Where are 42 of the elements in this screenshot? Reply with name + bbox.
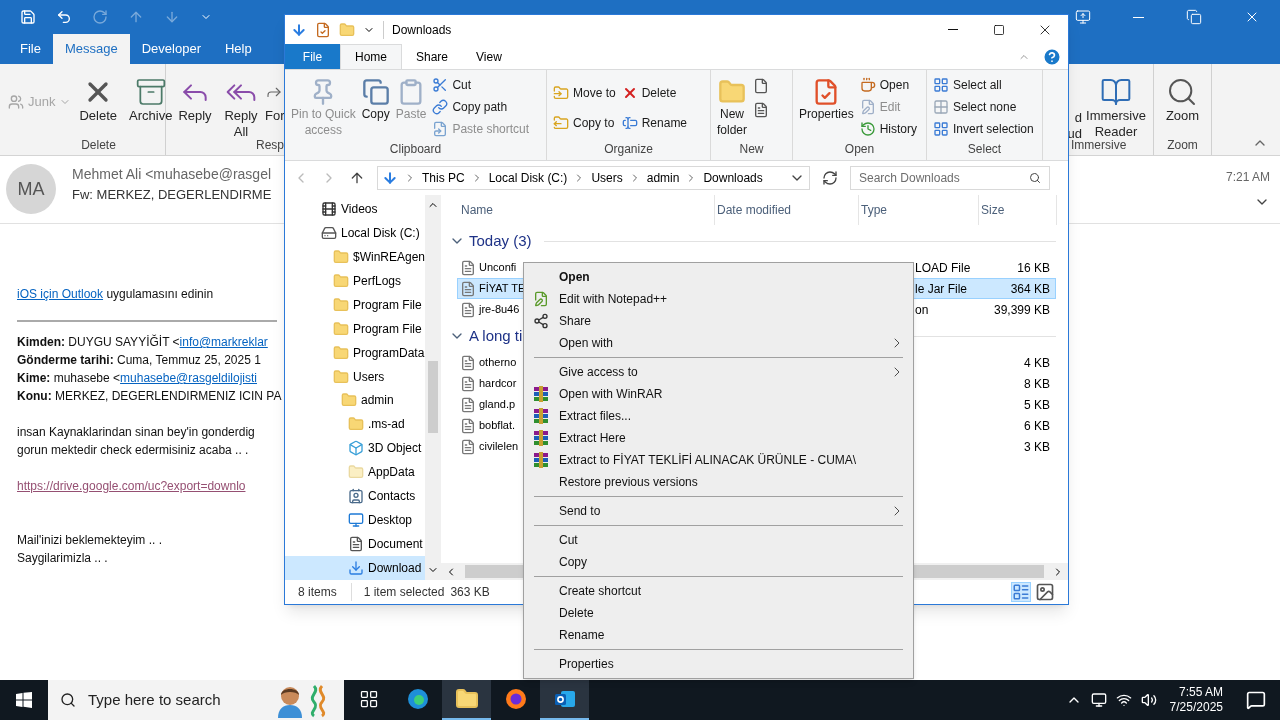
file-size: 5 KB [1023,396,1051,414]
file-name: jre-8u46 [479,302,520,318]
group-label: Organize [603,141,654,158]
group-label: Immersive [1070,138,1128,154]
header-line: Konu: MERKEZ, DEGERLENDIRMENIZ ICIN PA [17,388,282,405]
received-time: 7:21 AM [1225,169,1270,186]
file-size: 4 KB [1023,354,1051,372]
file-type: LOAD File [915,260,971,275]
item-count: 8 items [298,584,337,601]
file-name: gland.p [479,397,516,413]
group-label: Clipboard [388,141,443,158]
group-label: New [738,141,765,158]
avatar: MA [6,164,56,214]
file-size: 39,399 KB [992,301,1051,319]
body-paragraph: insan Kaynaklarindan sinan bey'in gonderdig gorun mektedir check edermisiniz acaba .. . [17,424,255,459]
group-label: Resp [255,137,284,154]
file-name: otherno [479,355,517,371]
file-size: 364 KB [1009,280,1051,298]
subject: Fw: MERKEZ, DEGERLENDIRME [72,186,272,204]
file-size: 8 KB [1023,375,1051,393]
group-label: Zoom [1167,137,1198,154]
file-name: hardcor [479,376,517,392]
file-name: Unconfi [479,260,517,276]
file-size: 6 KB [1023,417,1051,435]
header-line: Kimden: DUYGU SAYYİĞİT <info@markreklar [17,333,268,351]
app-promo: iOS için Outlook uygulamasını edinin [17,286,214,303]
file-type: on [915,302,929,317]
group-label: Open [843,141,876,158]
group-label: Delete [80,137,116,154]
file-size: 3 KB [1023,438,1051,456]
sender: Mehmet Ali <muhasebe@rasgel [72,165,272,184]
header-line: Kime: muhasebe <muhasebe@rasgeldilojisti [17,370,257,387]
header-line: Gönderme tarihi: Cuma, Temmuz 25, 2025 1 [17,352,261,369]
file-name: bobflat. [479,418,516,434]
selection-size: 363 KB [450,584,490,601]
group-label: Select [966,141,1003,158]
closing-text: Mail'inizi beklemekteyim .. . Saygilarimizla .. . [17,532,162,567]
window-title: Downloads [383,20,452,39]
file-size: 16 KB [1016,259,1051,277]
file-name: civilelen [479,439,519,455]
selection-status: 1 item selected [350,583,445,601]
file-type: le Jar File [915,281,967,296]
